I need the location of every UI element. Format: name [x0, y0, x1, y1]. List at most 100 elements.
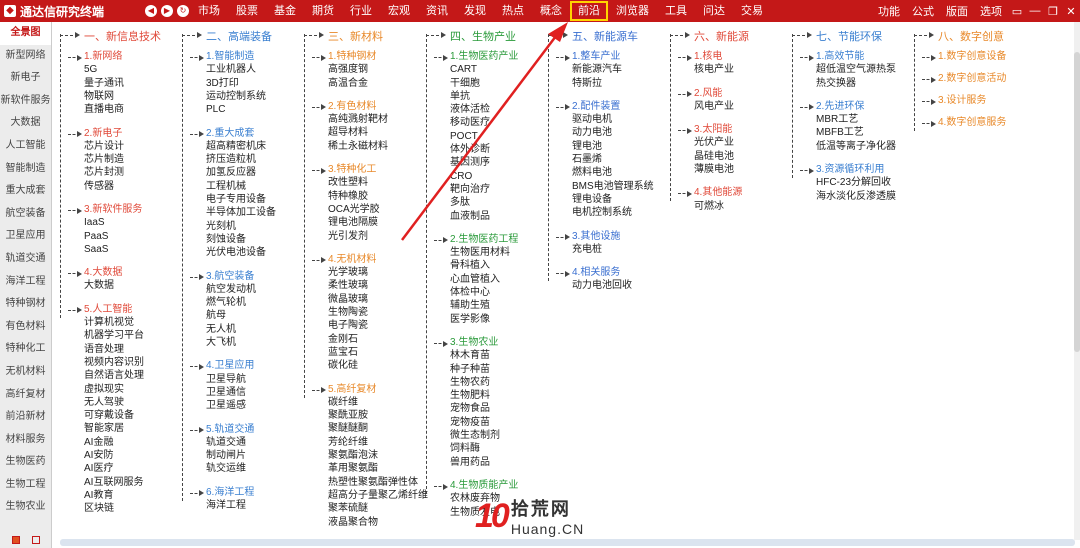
vertical-scrollbar[interactable] — [1074, 22, 1080, 540]
industry-item[interactable]: 挤压造粒机 — [206, 153, 276, 166]
sidebar-item-18[interactable]: 材料服务 — [0, 429, 51, 452]
industry-item[interactable]: 工程机械 — [206, 180, 276, 193]
sub-group-title[interactable]: 5.人工智能 — [84, 303, 144, 316]
industry-item[interactable]: 聚酰亚胺 — [328, 409, 428, 422]
industry-item[interactable]: PLC — [206, 103, 266, 116]
industry-item[interactable]: 计算机视觉 — [84, 316, 144, 329]
industry-item[interactable]: BMS电池管理系统 — [572, 180, 654, 193]
sub-group-title[interactable]: 2.生物医药工程 — [450, 233, 518, 246]
industry-item[interactable]: 兽用药品 — [450, 456, 500, 469]
industry-item[interactable]: 微生态制剂 — [450, 429, 500, 442]
menu-item-14[interactable]: 交易 — [733, 0, 771, 22]
sidebar-item-17[interactable]: 前沿新材 — [0, 406, 51, 429]
menu-item-7[interactable]: 发现 — [456, 0, 494, 22]
menu-item-6[interactable]: 资讯 — [418, 0, 456, 22]
sub-group-title[interactable]: 3.特种化工 — [328, 163, 380, 176]
sidebar-item-20[interactable]: 生物工程 — [0, 474, 51, 497]
industry-item[interactable]: 薄膜电池 — [694, 163, 734, 176]
sub-group-title[interactable]: 3.设计服务 — [938, 94, 986, 107]
industry-item[interactable]: 大数据 — [84, 279, 122, 292]
industry-item[interactable]: 机器学习平台 — [84, 329, 144, 342]
industry-item[interactable]: MBR工艺 — [816, 113, 896, 126]
industry-item[interactable]: 宠物疫苗 — [450, 416, 500, 429]
menu-item-12[interactable]: 工具 — [657, 0, 695, 22]
industry-item[interactable]: 特种橡胶 — [328, 190, 380, 203]
industry-item[interactable]: 种子种苗 — [450, 363, 500, 376]
sub-group-title[interactable]: 3.太阳能 — [694, 123, 734, 136]
industry-item[interactable]: 超低温空气源热泵 — [816, 63, 896, 76]
industry-item[interactable]: 低温等离子净化器 — [816, 140, 896, 153]
minimize-icon[interactable]: — — [1026, 5, 1044, 17]
industry-item[interactable]: 高强度钢 — [328, 63, 376, 76]
industry-item[interactable]: 宠物食品 — [450, 402, 500, 415]
industry-item[interactable]: 移动医疗 — [450, 116, 518, 129]
sub-group-title[interactable]: 4.生物质能产业 — [450, 479, 518, 492]
industry-item[interactable]: 生物医用材料 — [450, 246, 518, 259]
industry-item[interactable]: 光学玻璃 — [328, 266, 376, 279]
horizontal-scrollbar[interactable] — [60, 539, 1075, 546]
industry-item[interactable]: 运动控制系统 — [206, 90, 266, 103]
industry-item[interactable]: HFC-23分解回收 — [816, 176, 896, 189]
industry-item[interactable]: 血液制品 — [450, 210, 518, 223]
industry-item[interactable]: AI教育 — [84, 489, 144, 502]
industry-item[interactable]: 医学影像 — [450, 313, 518, 326]
industry-item[interactable]: 心血管植入 — [450, 273, 518, 286]
menu-item-11[interactable]: 浏览器 — [608, 0, 657, 22]
industry-item[interactable]: AI安防 — [84, 449, 144, 462]
industry-item[interactable]: 刻蚀设备 — [206, 233, 276, 246]
sub-group-title[interactable]: 1.数字创意设备 — [938, 50, 1006, 63]
sub-group-title[interactable]: 4.卫星应用 — [206, 359, 254, 372]
sub-group-title[interactable]: 1.生物医药产业 — [450, 50, 518, 63]
sub-group-title[interactable]: 3.航空装备 — [206, 270, 256, 283]
industry-item[interactable]: 林木育苗 — [450, 349, 500, 362]
industry-item[interactable]: 光引发剂 — [328, 230, 380, 243]
close-icon[interactable]: ✕ — [1062, 5, 1080, 18]
right-menu-item-2[interactable]: 版面 — [940, 3, 974, 19]
grid-view-icon[interactable] — [12, 536, 20, 544]
industry-item[interactable]: 加氢反应器 — [206, 166, 276, 179]
industry-item[interactable]: 大飞机 — [206, 336, 256, 349]
sub-group-title[interactable]: 2.有色材料 — [328, 100, 388, 113]
sub-group-title[interactable]: 5.轨道交通 — [206, 423, 254, 436]
industry-item[interactable]: SaaS — [84, 243, 142, 256]
industry-item[interactable]: 芯片制造 — [84, 153, 124, 166]
industry-item[interactable]: AI医疗 — [84, 462, 144, 475]
industry-item[interactable]: AI金融 — [84, 436, 144, 449]
refresh-icon[interactable]: ↻ — [177, 5, 189, 17]
sidebar-item-19[interactable]: 生物医药 — [0, 451, 51, 474]
industry-item[interactable]: 生物肥料 — [450, 389, 500, 402]
sub-group-title[interactable]: 6.海洋工程 — [206, 486, 254, 499]
industry-item[interactable]: 制动闸片 — [206, 449, 254, 462]
industry-item[interactable]: 航空发动机 — [206, 283, 256, 296]
industry-item[interactable]: 驱动电机 — [572, 113, 654, 126]
industry-item[interactable]: 新能源汽车 — [572, 63, 622, 76]
industry-item[interactable]: 物联网 — [84, 90, 124, 103]
menu-item-3[interactable]: 期货 — [304, 0, 342, 22]
industry-item[interactable]: 液体活检 — [450, 103, 518, 116]
sidebar-item-1[interactable]: 新型网络 — [0, 45, 51, 68]
industry-item[interactable]: 动力电池回收 — [572, 279, 632, 292]
sub-group-title[interactable]: 1.核电 — [694, 50, 734, 63]
industry-item[interactable]: 特斯拉 — [572, 77, 622, 90]
industry-item[interactable]: 3D打印 — [206, 77, 266, 90]
industry-item[interactable]: 核电产业 — [694, 63, 734, 76]
industry-item[interactable]: 体外诊断 — [450, 143, 518, 156]
industry-item[interactable]: 卫星导航 — [206, 373, 254, 386]
industry-item[interactable]: 锂电池隔膜 — [328, 216, 380, 229]
category-heading[interactable]: 八、数字创意 — [938, 28, 1004, 44]
industry-item[interactable]: 晶硅电池 — [694, 150, 734, 163]
industry-item[interactable]: 碳纤维 — [328, 396, 428, 409]
menu-item-13[interactable]: 问达 — [695, 0, 733, 22]
industry-item[interactable]: IaaS — [84, 216, 142, 229]
industry-item[interactable]: 燃料电池 — [572, 166, 654, 179]
sub-group-title[interactable]: 4.其他能源 — [694, 186, 742, 199]
industry-item[interactable]: 风电产业 — [694, 100, 734, 113]
industry-item[interactable]: 充电桩 — [572, 243, 620, 256]
industry-item[interactable]: 饲料酶 — [450, 442, 500, 455]
list-view-icon[interactable] — [32, 536, 40, 544]
menu-item-8[interactable]: 热点 — [494, 0, 532, 22]
industry-item[interactable]: 无人机 — [206, 323, 256, 336]
sub-group-title[interactable]: 2.数字创意活动 — [938, 72, 1006, 85]
sub-group-title[interactable]: 3.资源循环利用 — [816, 163, 896, 176]
industry-item[interactable]: 金刚石 — [328, 333, 376, 346]
